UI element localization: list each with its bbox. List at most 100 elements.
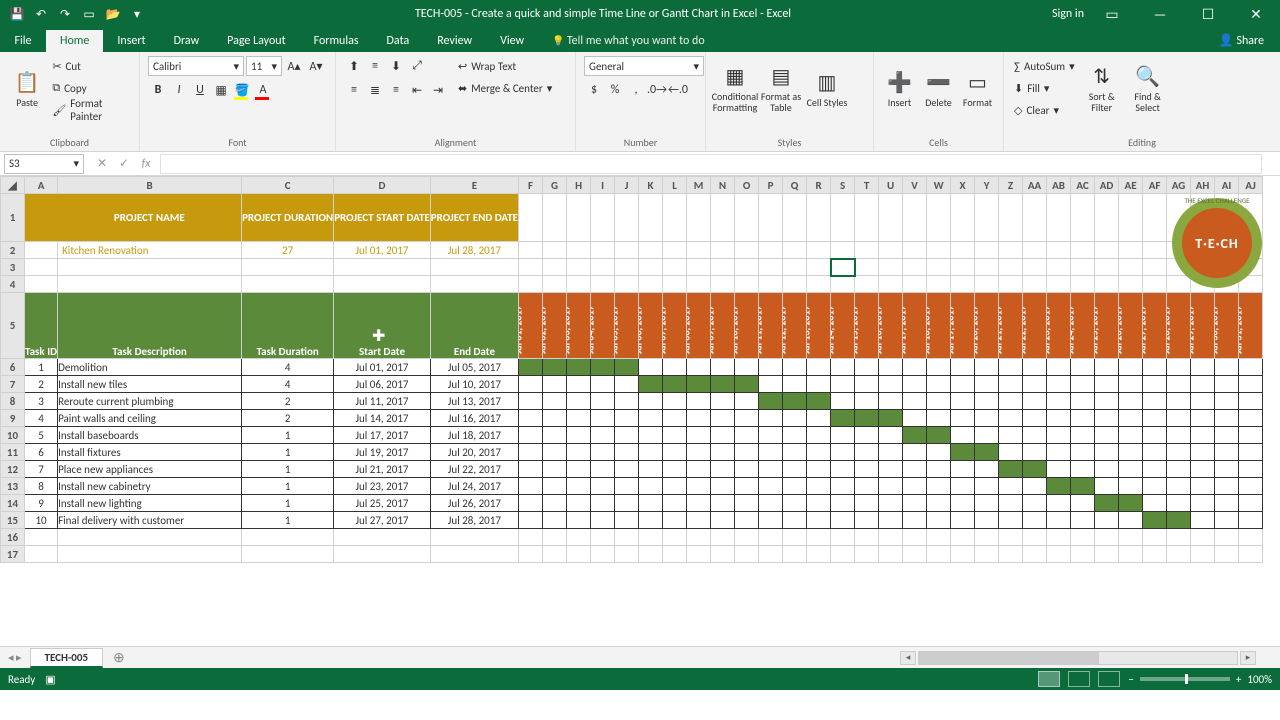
new-icon[interactable]: ▭ bbox=[78, 3, 100, 25]
gantt-cell[interactable] bbox=[519, 427, 543, 444]
comma-icon[interactable]: , bbox=[626, 80, 646, 100]
column-header[interactable]: AF bbox=[1143, 177, 1167, 194]
cell[interactable] bbox=[975, 546, 999, 563]
cell[interactable] bbox=[855, 242, 879, 259]
gantt-cell[interactable] bbox=[1167, 359, 1191, 376]
cell[interactable] bbox=[831, 242, 855, 259]
cell[interactable]: 1 bbox=[242, 478, 334, 495]
select-all-cell[interactable]: ◢ bbox=[1, 177, 25, 194]
column-header[interactable]: D bbox=[334, 177, 431, 194]
gantt-cell[interactable] bbox=[831, 427, 855, 444]
gantt-cell[interactable] bbox=[1047, 359, 1071, 376]
gantt-cell[interactable] bbox=[1239, 359, 1263, 376]
column-header[interactable]: V bbox=[903, 177, 927, 194]
gantt-cell[interactable] bbox=[735, 478, 759, 495]
cell[interactable] bbox=[242, 529, 334, 546]
cell[interactable] bbox=[1023, 276, 1047, 293]
cell[interactable] bbox=[807, 276, 831, 293]
format-painter-button[interactable]: 🖌Format Painter bbox=[50, 100, 131, 120]
cell[interactable]: Jul 18, 2017 bbox=[430, 427, 518, 444]
gantt-cell[interactable] bbox=[783, 478, 807, 495]
cell[interactable]: Jul 28, 2017 bbox=[430, 512, 518, 529]
cell[interactable]: 6 bbox=[25, 444, 58, 461]
gantt-cell[interactable] bbox=[975, 444, 999, 461]
gantt-cell[interactable] bbox=[903, 427, 927, 444]
gantt-cell[interactable] bbox=[639, 427, 663, 444]
cell[interactable] bbox=[999, 194, 1023, 242]
gantt-cell[interactable] bbox=[855, 495, 879, 512]
gantt-cell[interactable] bbox=[1119, 444, 1143, 461]
undo-icon[interactable]: ↶ bbox=[30, 3, 52, 25]
date-header-cell[interactable]: Jul 08, 2017 bbox=[687, 293, 711, 359]
column-header[interactable]: S bbox=[831, 177, 855, 194]
bold-button[interactable]: B bbox=[148, 80, 168, 100]
increase-indent-icon[interactable]: ⇥ bbox=[428, 80, 448, 100]
cell[interactable] bbox=[783, 242, 807, 259]
cell[interactable] bbox=[855, 276, 879, 293]
gantt-cell[interactable] bbox=[879, 512, 903, 529]
gantt-cell[interactable] bbox=[615, 359, 639, 376]
cell[interactable] bbox=[759, 546, 783, 563]
gantt-cell[interactable] bbox=[1239, 461, 1263, 478]
gantt-cell[interactable] bbox=[1071, 444, 1095, 461]
font-name-select[interactable]: Calibri▾ bbox=[148, 56, 244, 76]
gantt-cell[interactable] bbox=[1239, 376, 1263, 393]
gantt-cell[interactable] bbox=[711, 444, 735, 461]
cell[interactable] bbox=[687, 546, 711, 563]
cell[interactable] bbox=[951, 529, 975, 546]
column-header[interactable]: AA bbox=[1023, 177, 1047, 194]
row-header[interactable]: 1 bbox=[1, 194, 25, 242]
cell[interactable] bbox=[999, 529, 1023, 546]
cancel-icon[interactable]: ✕ bbox=[92, 154, 112, 174]
column-header[interactable]: O bbox=[735, 177, 759, 194]
cell[interactable] bbox=[711, 546, 735, 563]
cell[interactable]: Jul 16, 2017 bbox=[430, 410, 518, 427]
cell[interactable]: Jul 19, 2017 bbox=[334, 444, 431, 461]
date-header-cell[interactable]: Jul 13, 2017 bbox=[807, 293, 831, 359]
gantt-cell[interactable] bbox=[519, 444, 543, 461]
column-header[interactable]: L bbox=[663, 177, 687, 194]
gantt-cell[interactable] bbox=[1143, 376, 1167, 393]
gantt-cell[interactable] bbox=[927, 359, 951, 376]
gantt-cell[interactable] bbox=[783, 461, 807, 478]
gantt-cell[interactable] bbox=[735, 512, 759, 529]
cell[interactable] bbox=[591, 546, 615, 563]
cell[interactable] bbox=[783, 276, 807, 293]
cell[interactable] bbox=[807, 529, 831, 546]
gantt-cell[interactable] bbox=[831, 410, 855, 427]
date-header-cell[interactable]: Jul 31, 2017 bbox=[1239, 293, 1263, 359]
gantt-cell[interactable] bbox=[927, 427, 951, 444]
cell[interactable]: Paint walls and ceiling bbox=[58, 410, 242, 427]
gantt-cell[interactable] bbox=[687, 495, 711, 512]
gantt-cell[interactable] bbox=[903, 461, 927, 478]
gantt-cell[interactable] bbox=[663, 444, 687, 461]
gantt-cell[interactable] bbox=[831, 478, 855, 495]
gantt-cell[interactable] bbox=[1023, 410, 1047, 427]
gantt-cell[interactable] bbox=[1215, 376, 1239, 393]
column-header[interactable]: AD bbox=[1095, 177, 1119, 194]
gantt-cell[interactable] bbox=[975, 410, 999, 427]
gantt-cell[interactable] bbox=[759, 410, 783, 427]
gantt-cell[interactable] bbox=[687, 359, 711, 376]
column-header[interactable]: AB bbox=[1047, 177, 1071, 194]
row-header[interactable]: 16 bbox=[1, 529, 25, 546]
cell[interactable] bbox=[1239, 529, 1263, 546]
gantt-cell[interactable] bbox=[927, 461, 951, 478]
cell[interactable] bbox=[543, 259, 567, 276]
tab-formulas[interactable]: Formulas bbox=[300, 30, 373, 52]
increase-font-icon[interactable]: A▴ bbox=[284, 56, 304, 76]
cell[interactable] bbox=[879, 194, 903, 242]
cell[interactable] bbox=[975, 276, 999, 293]
gantt-cell[interactable] bbox=[687, 376, 711, 393]
cell[interactable] bbox=[1095, 529, 1119, 546]
cell[interactable] bbox=[735, 546, 759, 563]
gantt-cell[interactable] bbox=[951, 495, 975, 512]
gantt-cell[interactable] bbox=[783, 393, 807, 410]
cell[interactable] bbox=[903, 194, 927, 242]
gantt-cell[interactable] bbox=[1215, 478, 1239, 495]
cell[interactable]: Kitchen Renovation bbox=[58, 242, 242, 259]
font-size-select[interactable]: 11▾ bbox=[246, 56, 282, 76]
row-header[interactable]: 14 bbox=[1, 495, 25, 512]
gantt-cell[interactable] bbox=[1047, 393, 1071, 410]
gantt-cell[interactable] bbox=[1119, 461, 1143, 478]
